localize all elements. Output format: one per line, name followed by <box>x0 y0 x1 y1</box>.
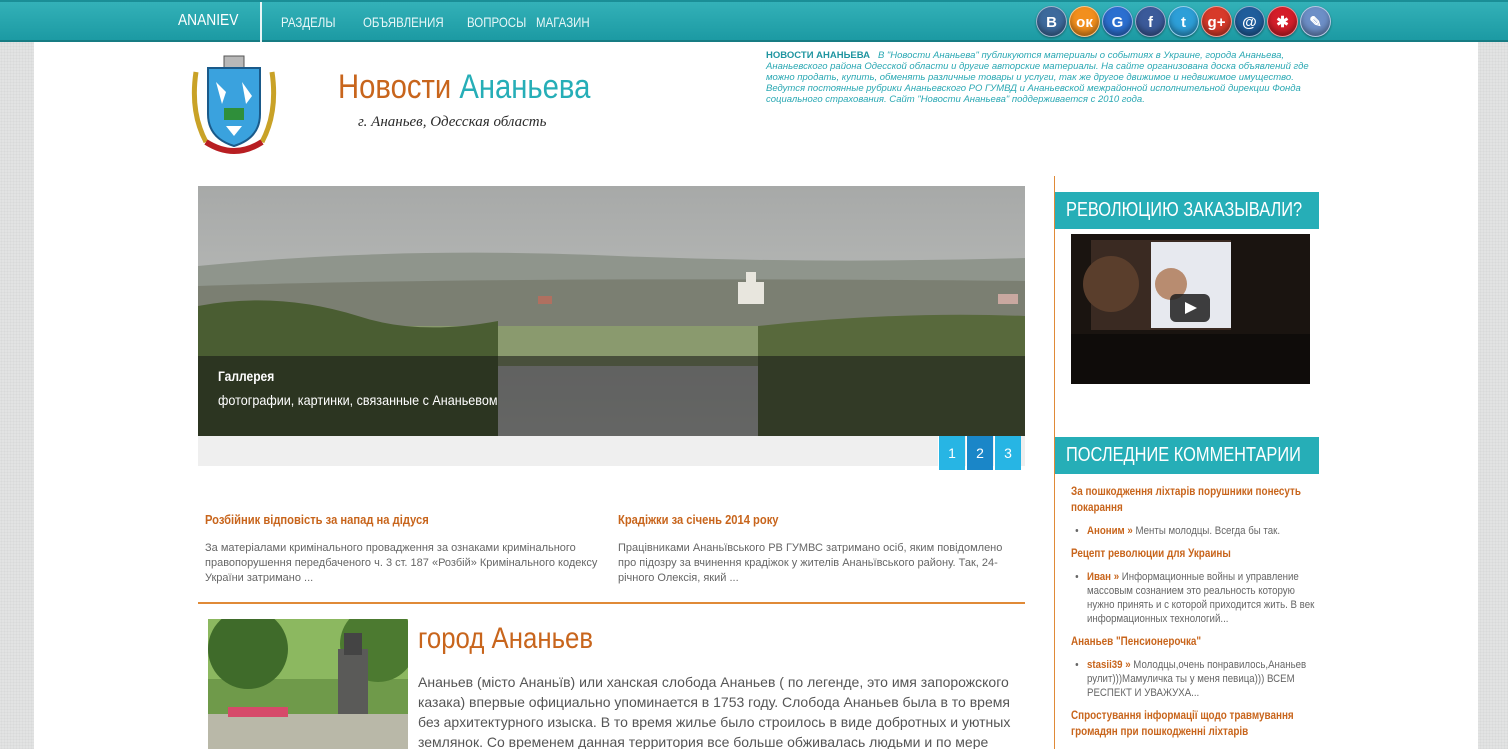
monument-photo[interactable] <box>208 619 408 749</box>
site-title-word-2: Ананьева <box>459 68 591 106</box>
vkontakte-icon[interactable]: В <box>1036 6 1067 37</box>
video-widget-heading-text: РЕВОЛЮЦИЮ ЗАКАЗЫВАЛИ? <box>1066 199 1303 221</box>
news-excerpt: За матеріалами кримінального провадження… <box>205 542 598 584</box>
comment-text: Менты молодцы. Всегда бы так. <box>1135 525 1281 537</box>
slider-page-2[interactable]: 2 <box>966 436 993 470</box>
mail-icon[interactable]: @ <box>1234 6 1265 37</box>
menu-item-shop[interactable]: МАГАЗИН <box>536 14 590 30</box>
menu-item-questions[interactable]: ВОПРОСЫ <box>467 14 526 30</box>
site-title[interactable]: Новости Ананьева <box>338 68 590 107</box>
article-title[interactable]: город Ананьев <box>418 622 593 656</box>
video-player[interactable] <box>1071 234 1310 384</box>
livejournal-icon[interactable]: ✱ <box>1267 6 1298 37</box>
comment-topic-link[interactable]: Спростування інформації щодо травмування… <box>1071 708 1312 740</box>
news-item: Крадіжки за січень 2014 року Працівникам… <box>618 512 1013 586</box>
comment-item: stasii39 » Молодцы,очень понравилось,Ана… <box>1087 658 1316 700</box>
comments-widget-heading-text: ПОСЛЕДНИЕ КОММЕНТАРИИ <box>1066 444 1301 466</box>
site-description: НОВОСТИ АНАНЬЕВА В "Новости Ананьева" пу… <box>766 50 1328 105</box>
brand-link[interactable]: ANANIEV <box>178 12 238 30</box>
news-title[interactable]: Крадіжки за січень 2014 року <box>618 512 958 527</box>
google-icon[interactable]: G <box>1102 6 1133 37</box>
site-subtitle: г. Ананьев, Одесская область <box>358 114 547 130</box>
comment-topic-link[interactable]: Ананьев "Пенсионерочка" <box>1071 634 1312 650</box>
video-widget-heading: РЕВОЛЮЦИЮ ЗАКАЗЫВАЛИ? <box>1055 192 1319 229</box>
comment-author[interactable]: Аноним » <box>1087 525 1133 537</box>
news-item: Розбійник відповість за напад на дідуся … <box>205 512 600 586</box>
slide-caption: Галлерея фотографии, картинки, связанные… <box>198 356 1025 436</box>
slider-pagination: 1 2 3 <box>198 436 1025 470</box>
content-divider <box>198 602 1025 604</box>
gallery-slider[interactable]: Галлерея фотографии, картинки, связанные… <box>198 186 1025 436</box>
slider-page-3[interactable]: 3 <box>994 436 1021 470</box>
site-description-label: НОВОСТИ АНАНЬЕВА <box>766 50 871 61</box>
menu-item-sections[interactable]: РАЗДЕЛЫ <box>281 14 335 30</box>
comment-topic-link[interactable]: Рецепт революции для Украины <box>1071 546 1312 562</box>
comment-author[interactable]: stasii39 » <box>1087 659 1131 671</box>
slide-caption-title[interactable]: Галлерея <box>218 368 274 384</box>
news-title[interactable]: Розбійник відповість за напад на дідуся <box>205 512 545 527</box>
facebook-icon[interactable]: f <box>1135 6 1166 37</box>
twitter-icon[interactable]: t <box>1168 6 1199 37</box>
article-text: Ананьев (місто Ананьїв) или ханская слоб… <box>418 674 1011 749</box>
recent-comments: За пошкодження ліхтарів порушники понесу… <box>1071 484 1314 740</box>
site-title-word-1: Новости <box>338 68 452 106</box>
google-plus-icon[interactable]: g+ <box>1201 6 1232 37</box>
slide-caption-description: фотографии, картинки, связанные с Ананье… <box>218 392 498 408</box>
comments-widget-heading: ПОСЛЕДНИЕ КОММЕНТАРИИ <box>1055 437 1319 474</box>
slider-page-1[interactable]: 1 <box>938 436 965 470</box>
top-navigation-bar: ANANIEV РАЗДЕЛЫ ОБЪЯВЛЕНИЯ ВОПРОСЫ МАГАЗ… <box>0 0 1508 42</box>
comment-author[interactable]: Иван » <box>1087 571 1119 583</box>
news-excerpt: Працівниками Ананьївського РВ ГУМВС затр… <box>618 542 1003 584</box>
play-icon[interactable] <box>1170 294 1210 322</box>
comment-item: Аноним » Менты молодцы. Всегда бы так. <box>1087 524 1316 538</box>
odnoklassniki-icon[interactable]: ок <box>1069 6 1100 37</box>
comment-item: Иван » Информационные войны и управление… <box>1087 570 1316 626</box>
brand-separator <box>260 2 262 42</box>
comment-text: Информационные войны и управление массов… <box>1087 571 1315 625</box>
page-content: Новости Ананьева г. Ананьев, Одесская об… <box>34 42 1478 749</box>
coat-of-arms-logo[interactable] <box>186 52 282 156</box>
menu-item-ads[interactable]: ОБЪЯВЛЕНИЯ <box>363 14 444 30</box>
blog-icon[interactable]: ✎ <box>1300 6 1331 37</box>
comment-topic-link[interactable]: За пошкодження ліхтарів порушники понесу… <box>1071 484 1312 516</box>
